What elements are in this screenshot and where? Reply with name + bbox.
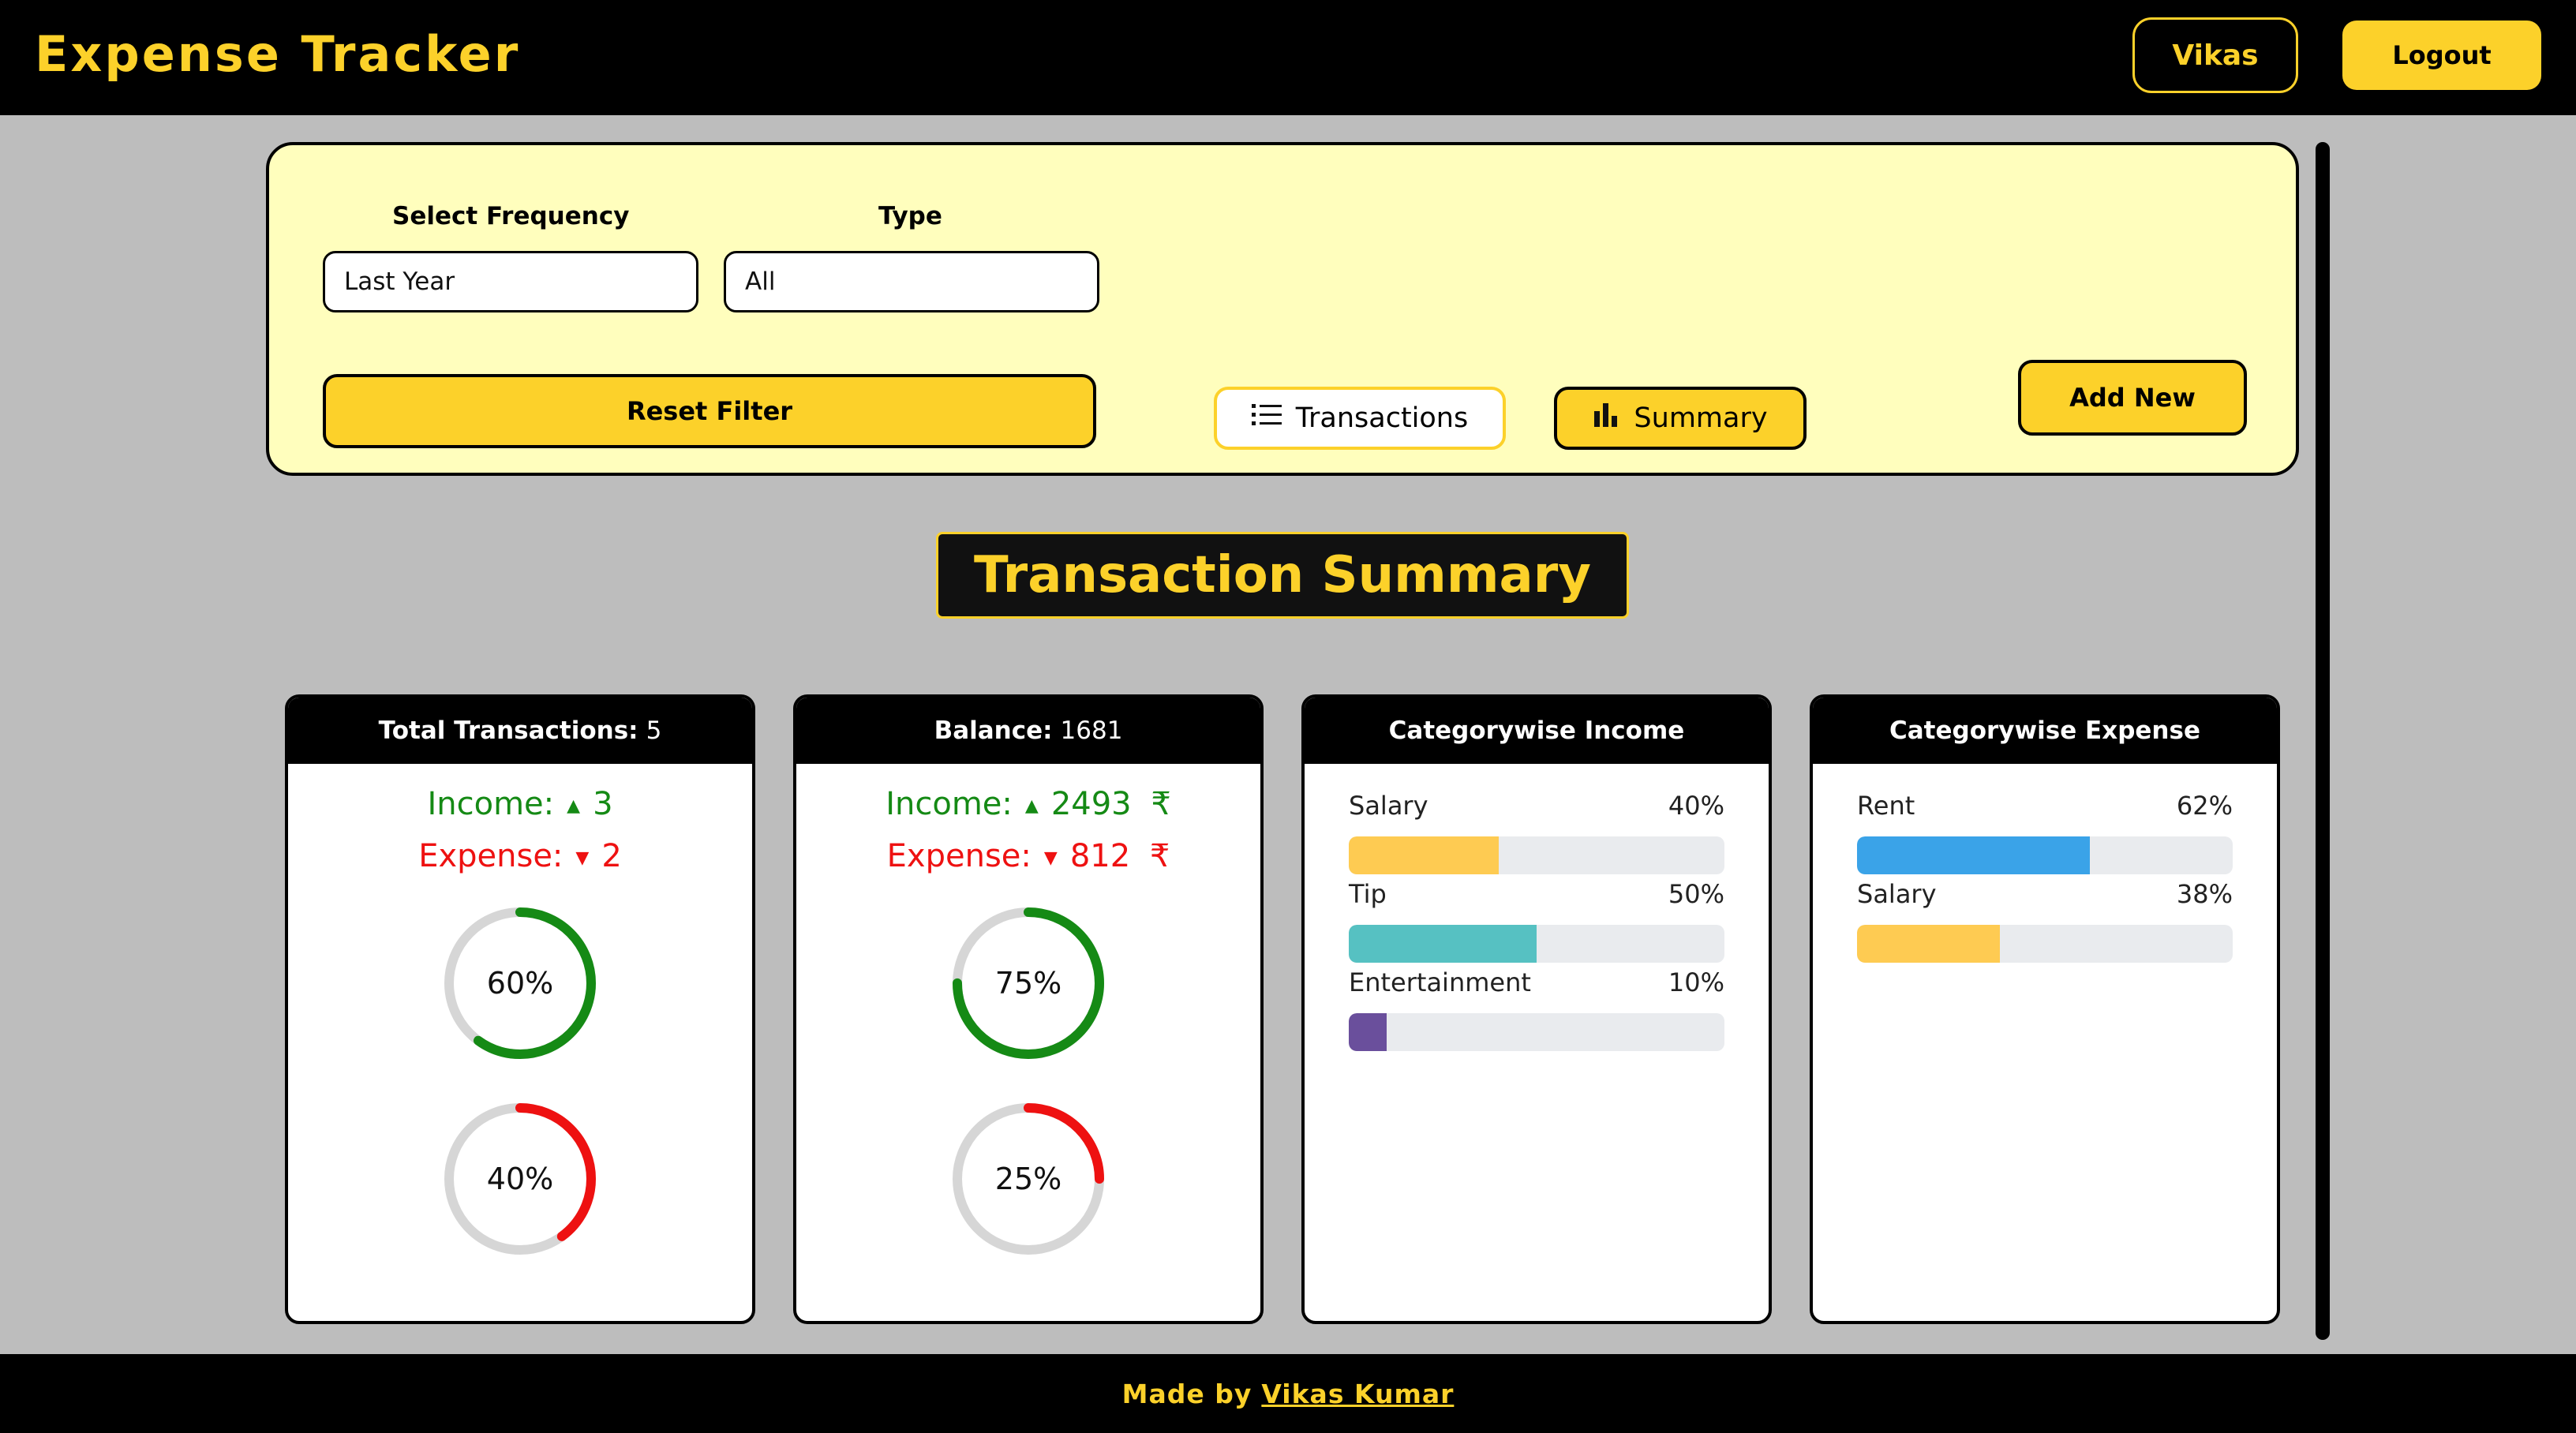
caret-up-icon: ▲ <box>1024 795 1039 816</box>
user-button[interactable]: Vikas <box>2132 17 2298 93</box>
category-progress-fill <box>1857 836 2091 874</box>
expense-amount: 812 <box>1069 838 1131 874</box>
category-progress-fill <box>1349 925 1537 963</box>
balance-card: Balance: 1681 Income: ▲ 2493 ₹ Expense: ▼ 81… <box>793 694 1264 1324</box>
app-header: Expense Tracker Vikas Logout <box>0 0 2576 115</box>
total-transactions-value: 5 <box>646 716 662 745</box>
app-title: Expense Tracker <box>35 25 521 83</box>
type-label: Type <box>878 202 942 230</box>
income-amount-line: Income: ▲ 2493 ₹ <box>796 786 1260 822</box>
income-count: 3 <box>593 786 613 822</box>
category-row-salary: Salary 38% <box>1857 879 2233 963</box>
expense-percent-label: 40% <box>486 1162 554 1196</box>
category-name: Salary <box>1349 791 1428 821</box>
category-name: Entertainment <box>1349 967 1531 997</box>
category-name: Salary <box>1857 879 1937 909</box>
card-header: Categorywise Income <box>1305 698 1769 764</box>
category-row-rent: Rent 62% <box>1857 791 2233 874</box>
caret-up-icon: ▲ <box>567 795 581 816</box>
category-progress-fill <box>1349 836 1500 874</box>
card-title: Balance: <box>934 716 1053 745</box>
logout-button[interactable]: Logout <box>2342 21 2541 90</box>
category-progress-fill <box>1857 925 2000 963</box>
category-progress-bar <box>1349 1013 1724 1051</box>
income-label: Income: <box>886 786 1013 822</box>
transactions-view-button[interactable]: Transactions <box>1214 387 1506 450</box>
category-progress-fill <box>1349 1013 1387 1051</box>
expense-count-line: Expense: ▼ 2 <box>288 838 752 874</box>
expense-count: 2 <box>601 838 622 874</box>
category-row-entertainment: Entertainment 10% <box>1349 967 1724 1051</box>
filter-panel: Select Frequency Type Last Year All Rese… <box>266 142 2299 476</box>
card-header: Categorywise Expense <box>1813 698 2277 764</box>
total-transactions-card: Total Transactions: 5 Income: ▲ 3 Expense:… <box>285 694 755 1324</box>
category-percent: 50% <box>1668 879 1724 909</box>
category-expense-card: Categorywise Expense Rent 62% Salary 38% <box>1810 694 2280 1324</box>
rupee-icon: ₹ <box>1149 838 1170 874</box>
summary-title: Transaction Summary <box>936 532 1629 619</box>
summary-view-button[interactable]: Summary <box>1554 387 1807 450</box>
caret-down-icon: ▼ <box>1043 847 1058 868</box>
category-name: Rent <box>1857 791 1915 821</box>
category-percent: 62% <box>2176 791 2233 821</box>
category-progress-bar <box>1857 836 2233 874</box>
summary-view-label: Summary <box>1634 402 1768 434</box>
expense-label: Expense: <box>418 838 564 874</box>
scrollbar[interactable] <box>2316 142 2330 1340</box>
card-title: Total Transactions: <box>378 716 638 745</box>
category-row-tip: Tip 50% <box>1349 879 1724 963</box>
expense-label: Expense: <box>886 838 1032 874</box>
income-count-line: Income: ▲ 3 <box>288 786 752 822</box>
bar-chart-icon <box>1593 402 1619 436</box>
card-header: Balance: 1681 <box>796 698 1260 764</box>
income-label: Income: <box>427 786 555 822</box>
category-percent: 40% <box>1668 791 1724 821</box>
balance-value: 1681 <box>1060 716 1123 745</box>
add-new-button[interactable]: Add New <box>2018 360 2247 436</box>
list-icon <box>1251 402 1282 435</box>
rupee-icon: ₹ <box>1151 786 1171 822</box>
reset-filter-button[interactable]: Reset Filter <box>323 374 1096 448</box>
income-amount: 2493 <box>1050 786 1132 822</box>
expense-percent-label: 25% <box>994 1162 1062 1196</box>
income-progress-ring: 75% <box>949 904 1107 1062</box>
expense-amount-line: Expense: ▼ 812 ₹ <box>796 838 1260 874</box>
caret-down-icon: ▼ <box>575 847 590 868</box>
category-progress-bar <box>1857 925 2233 963</box>
frequency-label: Select Frequency <box>392 202 630 230</box>
category-progress-bar <box>1349 836 1724 874</box>
card-title: Categorywise Income <box>1388 716 1685 745</box>
app-footer: Made by Vikas Kumar <box>0 1354 2576 1433</box>
expense-progress-ring: 25% <box>949 1100 1107 1258</box>
category-progress-bar <box>1349 925 1724 963</box>
card-title: Categorywise Expense <box>1889 716 2200 745</box>
category-income-card: Categorywise Income Salary 40% Tip 50% Ent… <box>1301 694 1772 1324</box>
category-percent: 10% <box>1668 967 1724 997</box>
type-select[interactable]: All <box>724 251 1099 312</box>
frequency-select[interactable]: Last Year <box>323 251 698 312</box>
category-name: Tip <box>1349 879 1387 909</box>
income-percent-label: 60% <box>486 966 554 1001</box>
category-percent: 38% <box>2176 879 2233 909</box>
card-header: Total Transactions: 5 <box>288 698 752 764</box>
footer-prefix: Made by <box>1121 1378 1252 1409</box>
transactions-view-label: Transactions <box>1295 402 1469 434</box>
income-progress-ring: 60% <box>441 904 599 1062</box>
expense-progress-ring: 40% <box>441 1100 599 1258</box>
author-link[interactable]: Vikas Kumar <box>1261 1379 1454 1409</box>
income-percent-label: 75% <box>994 966 1062 1001</box>
category-row-salary: Salary 40% <box>1349 791 1724 874</box>
